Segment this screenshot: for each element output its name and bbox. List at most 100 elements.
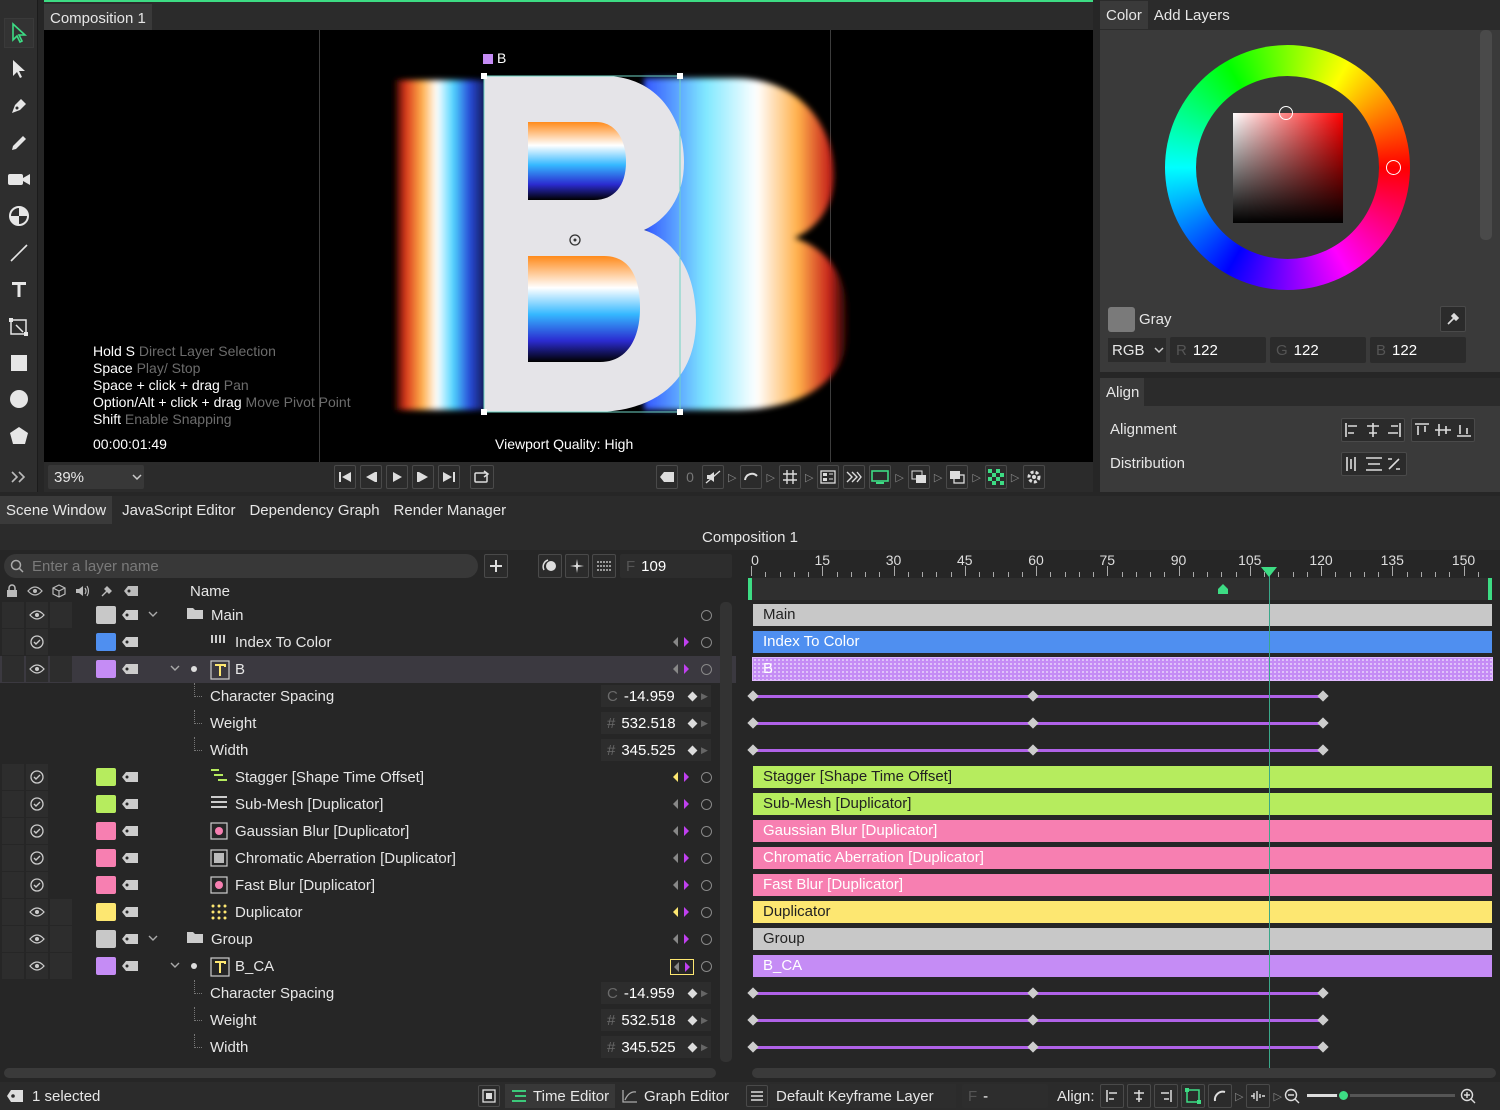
keyframe-diamond-icon[interactable] [687, 691, 698, 702]
caret-right-icon[interactable]: ▷ [895, 471, 903, 484]
visibility-cell[interactable] [26, 818, 48, 844]
eye-icon[interactable] [29, 960, 45, 972]
transform-icon[interactable] [4, 311, 34, 341]
keyframe-diamond-icon[interactable] [687, 1042, 698, 1053]
visibility-cell[interactable] [26, 656, 48, 682]
property-value-field[interactable]: #345.525 ▶ [601, 1036, 711, 1058]
3d-cube-icon[interactable] [52, 584, 66, 598]
label-tag-icon[interactable] [121, 636, 139, 648]
layer-row[interactable]: B [0, 656, 736, 683]
settings-gear-icon[interactable] [1023, 465, 1046, 489]
polygon-icon[interactable] [4, 421, 34, 451]
lock-cell[interactable] [2, 899, 24, 925]
layer-row[interactable]: Index To Color [0, 629, 736, 656]
chevron-down-icon[interactable] [148, 611, 158, 618]
property-row[interactable]: Weight #532.518 ▶ [0, 1007, 736, 1034]
eye-icon[interactable] [29, 663, 45, 675]
sparkle-icon[interactable] [565, 554, 589, 578]
3d-cell[interactable] [50, 953, 72, 979]
eye-icon[interactable] [29, 933, 45, 945]
color-swatch[interactable] [1108, 307, 1135, 332]
last-frame-icon[interactable] [438, 465, 460, 489]
layer-color-swatch[interactable] [96, 930, 116, 948]
caret-right-icon[interactable]: ▷ [728, 471, 736, 484]
timeline-track-bar[interactable]: Index To Color [753, 631, 1492, 653]
keyframe-frame-field[interactable]: F- [962, 1084, 1048, 1108]
align-vertical-group[interactable] [1411, 418, 1475, 442]
layer-color-swatch[interactable] [96, 903, 116, 921]
property-row[interactable]: Weight #532.518 ▶ [0, 710, 736, 737]
transparency-grid-icon[interactable] [984, 465, 1007, 489]
keyframe-nav-icon[interactable] [670, 905, 692, 919]
motion-blur-toggle-icon[interactable] [538, 554, 562, 578]
ellipse-icon[interactable] [4, 384, 34, 414]
lock-cell[interactable] [2, 926, 24, 952]
layer-row[interactable]: Sub-Mesh [Duplicator] [0, 791, 736, 818]
timeline-track-bar[interactable]: Gaussian Blur [Duplicator] [753, 820, 1492, 842]
layer-color-swatch[interactable] [96, 957, 116, 975]
lock-cell[interactable] [2, 656, 24, 682]
lock-cell[interactable] [2, 791, 24, 817]
layer-search-input[interactable]: Enter a layer name [4, 554, 478, 578]
layer-row[interactable]: Group [0, 926, 736, 953]
color-panel-scrollbar[interactable] [1480, 30, 1492, 240]
keyframe-layer-menu-icon[interactable] [746, 1085, 768, 1107]
label-tag-icon[interactable] [121, 771, 139, 783]
property-value-field[interactable]: #532.518 ▶ [601, 1009, 711, 1031]
eye-icon[interactable] [27, 585, 43, 597]
visibility-cell[interactable] [26, 953, 48, 979]
keyframe-nav-icon[interactable] [670, 797, 692, 811]
check-circle-icon[interactable] [30, 878, 44, 892]
eye-icon[interactable] [29, 609, 45, 621]
timeline-track-bar[interactable]: Sub-Mesh [Duplicator] [753, 793, 1492, 815]
align-left-keys-icon[interactable] [1100, 1084, 1124, 1108]
marker-icon[interactable] [1217, 583, 1229, 595]
layer-row[interactable]: B_CA [0, 953, 736, 980]
timeline-track-bar[interactable]: Group [753, 928, 1492, 950]
keyframe-nav-icon[interactable] [670, 959, 694, 975]
check-circle-icon[interactable] [30, 824, 44, 838]
visibility-cell[interactable] [26, 791, 48, 817]
zoom-slider[interactable] [1307, 1089, 1455, 1102]
keyframe-diamond-icon[interactable] [687, 745, 698, 756]
layer-row[interactable]: Main [0, 602, 736, 629]
align-right-keys-icon[interactable] [1154, 1084, 1178, 1108]
label-tag-icon[interactable] [121, 798, 139, 810]
chevron-down-icon[interactable] [170, 962, 180, 969]
chevron-down-icon[interactable] [148, 935, 158, 942]
eyedropper-icon[interactable] [1440, 306, 1466, 332]
layer-list-hscrollbar[interactable] [4, 1068, 716, 1078]
lock-icon[interactable] [6, 584, 18, 598]
tab-add-layers[interactable]: Add Layers [1148, 1, 1236, 29]
prev-frame-icon[interactable] [360, 465, 382, 489]
audio-icon[interactable] [75, 584, 91, 598]
keyframe-nav-icon[interactable] [670, 878, 692, 892]
keyframe-layer-select[interactable]: Default Keyframe Layer [770, 1084, 956, 1108]
visibility-cell[interactable] [26, 926, 48, 952]
composition-canvas[interactable]: B Hold S Direct Layer Selection Space Pl… [44, 30, 1093, 462]
guides-icon[interactable] [817, 465, 840, 489]
visibility-cell[interactable] [26, 764, 48, 790]
add-layer-icon[interactable] [484, 554, 508, 578]
mute-icon[interactable] [702, 465, 724, 489]
label-tag-icon[interactable] [123, 585, 139, 597]
tab-align[interactable]: Align [1100, 378, 1144, 406]
caret-right-icon[interactable]: ▷ [766, 471, 774, 484]
next-keyframe-icon[interactable]: ▶ [701, 988, 708, 999]
keyframe-nav-icon[interactable] [670, 932, 692, 946]
visibility-cell[interactable] [26, 845, 48, 871]
check-circle-icon[interactable] [30, 770, 44, 784]
current-frame-field[interactable]: F 109 [620, 554, 732, 578]
eye-icon[interactable] [29, 906, 45, 918]
tab-javascript-editor[interactable]: JavaScript Editor [116, 496, 241, 524]
property-value-field[interactable]: #532.518 ▶ [601, 712, 711, 734]
timeline-track-bar[interactable]: Stagger [Shape Time Offset] [753, 766, 1492, 788]
layer-color-swatch[interactable] [96, 606, 116, 624]
toggle-panel-icon[interactable] [478, 1085, 500, 1107]
layer-color-swatch[interactable] [96, 822, 116, 840]
work-area-start-handle[interactable] [748, 578, 752, 600]
waveform-icon[interactable] [1246, 1084, 1271, 1108]
lock-cell[interactable] [2, 953, 24, 979]
keyframe-nav-icon[interactable] [670, 770, 692, 784]
next-keyframe-icon[interactable]: ▶ [701, 691, 708, 702]
